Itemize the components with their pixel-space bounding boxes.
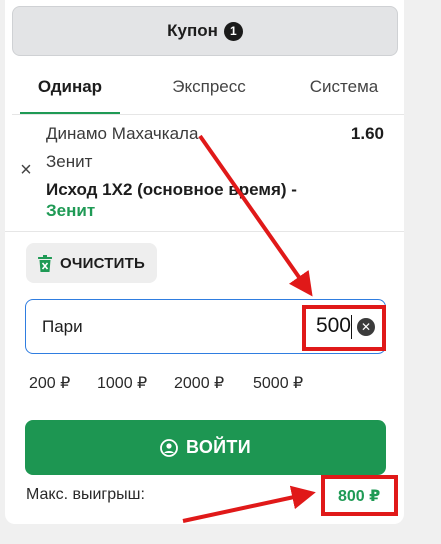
login-button-label: ВОЙТИ — [186, 437, 251, 457]
bet-market: Исход 1X2 (основное время) - — [46, 180, 297, 199]
trash-icon — [38, 254, 52, 272]
max-win-label: Макс. выигрыш: — [26, 486, 145, 503]
clear-button[interactable]: ОЧИСТИТЬ — [26, 243, 157, 283]
quick-amount-2000[interactable]: 2000 ₽ — [174, 373, 224, 393]
close-icon[interactable]: × — [17, 160, 35, 180]
quick-amount-5000[interactable]: 5000 ₽ — [253, 373, 303, 393]
bet-odds: 1.60 — [350, 124, 384, 143]
stake-label: Пари — [42, 317, 83, 336]
clear-circle-icon[interactable]: ✕ — [357, 318, 375, 336]
login-button[interactable]: ВОЙТИ — [25, 420, 386, 475]
bet-team-away: Зенит — [46, 152, 93, 171]
stake-value: 500 — [315, 314, 351, 337]
tab-system[interactable]: Система — [292, 60, 396, 113]
coupon-title: Купон — [167, 21, 218, 40]
tab-single[interactable]: Одинар — [20, 60, 120, 114]
bet-type-tabs: Одинар Экспресс Система — [12, 60, 404, 115]
coupon-header[interactable]: Купон 1 — [12, 6, 398, 56]
quick-amount-200[interactable]: 200 ₽ — [29, 373, 70, 393]
bet-selection: Зенит — [46, 201, 96, 220]
quick-amount-1000[interactable]: 1000 ₽ — [97, 373, 147, 393]
clear-button-label: ОЧИСТИТЬ — [60, 254, 145, 272]
coupon-count-badge: 1 — [223, 21, 243, 41]
text-caret — [351, 315, 352, 339]
bet-slip-item: × Динамо Махачкала 1.60 Зенит Исход 1X2 … — [5, 115, 404, 232]
stake-input[interactable]: Пари 500 ✕ — [25, 299, 386, 354]
bet-team-home: Динамо Махачкала — [46, 124, 199, 143]
max-win-value: 800 ₽ — [338, 488, 381, 505]
user-circle-icon — [160, 438, 178, 457]
tab-express[interactable]: Экспресс — [154, 60, 264, 113]
